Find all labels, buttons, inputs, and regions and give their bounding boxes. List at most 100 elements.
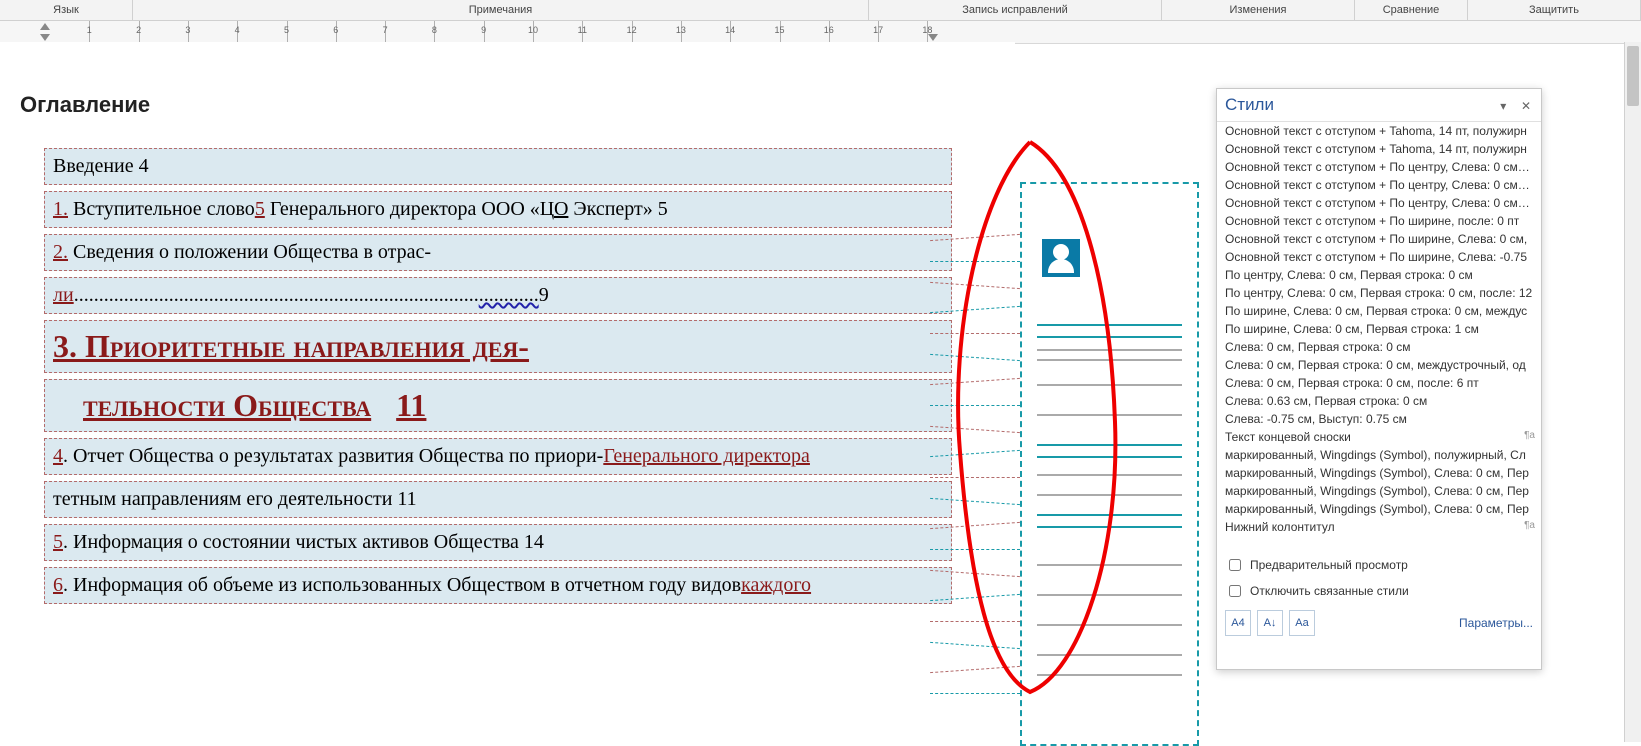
minipage-text xyxy=(1037,594,1182,596)
styles-options-link[interactable]: Параметры... xyxy=(1459,616,1533,630)
style-list-item[interactable]: По центру, Слева: 0 см, Первая строка: 0… xyxy=(1217,284,1541,302)
ruler-number: 5 xyxy=(284,25,289,35)
style-list-item[interactable]: Слева: 0 см, Первая строка: 0 см xyxy=(1217,338,1541,356)
ruler-number: 10 xyxy=(528,25,538,35)
minipage-text xyxy=(1037,359,1182,361)
ruler-indent-marker-top[interactable] xyxy=(40,23,50,30)
style-list-item[interactable]: Слева: 0.63 см, Первая строка: 0 см xyxy=(1217,392,1541,410)
ruler-right-margin-marker[interactable] xyxy=(928,34,938,41)
style-list-item[interactable]: Основной текст с отступом + По ширине, С… xyxy=(1217,248,1541,266)
ruler-number: 13 xyxy=(676,25,686,35)
styles-pane[interactable]: Стили ▾ ✕ Основной текст с отступом + Ta… xyxy=(1216,88,1542,670)
revision-pane-thumbnail[interactable] xyxy=(1020,182,1199,746)
pilcrow-icon: ¶a xyxy=(1524,430,1535,441)
toc-entry[interactable]: Введение 4 xyxy=(44,148,952,185)
document-workspace: Оглавление Введение 4 1. Вступительное сл… xyxy=(0,42,1641,742)
style-list-item[interactable]: Основной текст с отступом + Tahoma, 14 п… xyxy=(1217,140,1541,158)
ruler-number: 15 xyxy=(774,25,784,35)
style-list-item[interactable]: Основной текст с отступом + По центру, С… xyxy=(1217,158,1541,176)
style-list-item[interactable]: маркированный, Wingdings (Symbol), полуж… xyxy=(1217,446,1541,464)
style-list-item[interactable]: Основной текст с отступом + Tahoma, 14 п… xyxy=(1217,122,1541,140)
vertical-scrollbar[interactable] xyxy=(1624,42,1641,742)
style-list-item[interactable]: По ширине, Слева: 0 см, Первая строка: 0… xyxy=(1217,302,1541,320)
style-list-item[interactable]: Слева: 0 см, Первая строка: 0 см, после:… xyxy=(1217,374,1541,392)
linked-styles-checkbox-row[interactable]: Отключить связанные стили xyxy=(1217,578,1541,604)
minipage-text xyxy=(1037,474,1182,476)
ruler-number: 12 xyxy=(627,25,637,35)
style-inspector-button[interactable]: A↓ xyxy=(1257,610,1283,636)
toc-entry[interactable]: 2. Сведения о положении Общества в отрас… xyxy=(44,234,952,271)
toc-entry[interactable]: 3. Приоритетные направления дея- xyxy=(44,320,952,373)
minipage-text xyxy=(1037,624,1182,626)
ruler-number: 3 xyxy=(185,25,190,35)
style-list-item[interactable]: Основной текст с отступом + По центру, С… xyxy=(1217,176,1541,194)
ruler-number: 4 xyxy=(235,25,240,35)
style-list-item[interactable]: Основной текст с отступом + По ширине, С… xyxy=(1217,230,1541,248)
ruler-number: 6 xyxy=(333,25,338,35)
minipage-text xyxy=(1037,384,1182,386)
minipage-text xyxy=(1037,494,1182,496)
style-list-item[interactable]: маркированный, Wingdings (Symbol), Слева… xyxy=(1217,482,1541,500)
ruler-number: 11 xyxy=(578,25,587,35)
document-page[interactable]: Оглавление Введение 4 1. Вступительное сл… xyxy=(0,42,1015,742)
new-style-button[interactable]: A4 xyxy=(1225,610,1251,636)
minipage-line xyxy=(1037,324,1182,326)
ruler-number: 14 xyxy=(725,25,735,35)
style-list-item[interactable]: Слева: -0.75 см, Выступ: 0.75 см xyxy=(1217,410,1541,428)
style-list-item[interactable]: Основной текст с отступом + По центру, С… xyxy=(1217,194,1541,212)
scrollbar-thumb[interactable] xyxy=(1627,46,1639,106)
toc-entry[interactable]: тетным направлениям его деятельности 11 xyxy=(44,481,952,518)
tab-protect[interactable]: Защитить xyxy=(1468,0,1641,20)
ruler-number: 18 xyxy=(922,25,932,35)
ribbon-tabs: Язык Примечания Запись исправлений Измен… xyxy=(0,0,1641,21)
ruler-number: 1 xyxy=(87,25,92,35)
preview-checkbox[interactable] xyxy=(1229,559,1241,571)
style-list-item[interactable]: По центру, Слева: 0 см, Первая строка: 0… xyxy=(1217,266,1541,284)
minipage-text xyxy=(1037,564,1182,566)
ruler-number: 17 xyxy=(873,25,883,35)
ruler-number: 8 xyxy=(432,25,437,35)
reviewer-avatar-icon xyxy=(1042,239,1080,277)
minipage-text xyxy=(1037,654,1182,656)
tab-changes[interactable]: Изменения xyxy=(1162,0,1355,20)
ruler-indent-marker-bottom[interactable] xyxy=(40,34,50,41)
tab-compare[interactable]: Сравнение xyxy=(1355,0,1468,20)
minipage-text xyxy=(1037,674,1182,676)
tab-language[interactable]: Язык xyxy=(0,0,133,20)
styles-pane-footer: A4 A↓ Aa Параметры... xyxy=(1217,604,1541,642)
manage-styles-button[interactable]: Aa xyxy=(1289,610,1315,636)
styles-pane-header: Стили ▾ ✕ xyxy=(1217,89,1541,122)
preview-label: Предварительный просмотр xyxy=(1250,558,1408,572)
styles-pane-close-icon[interactable]: ✕ xyxy=(1519,99,1533,113)
styles-list[interactable]: Основной текст с отступом + Tahoma, 14 п… xyxy=(1217,122,1541,552)
style-list-item[interactable]: Основной текст с отступом + По ширине, п… xyxy=(1217,212,1541,230)
styles-pane-dropdown-icon[interactable]: ▾ xyxy=(1496,99,1510,113)
tab-comments[interactable]: Примечания xyxy=(133,0,869,20)
toc-entry[interactable]: 6. Информация об объеме из использованны… xyxy=(44,567,952,604)
toc-entry[interactable]: ли......................................… xyxy=(44,277,952,314)
minipage-line xyxy=(1037,514,1182,516)
linked-styles-checkbox[interactable] xyxy=(1229,585,1241,597)
toc-heading: Оглавление xyxy=(20,92,1015,118)
toc-entry[interactable]: 1. Вступительное слово5 Генерального дир… xyxy=(44,191,952,228)
toc-entry[interactable]: 4. Отчет Общества о результатах развития… xyxy=(44,438,952,475)
style-list-item[interactable]: маркированный, Wingdings (Symbol), Слева… xyxy=(1217,464,1541,482)
styles-pane-title: Стили xyxy=(1225,95,1274,115)
minipage-line xyxy=(1037,336,1182,338)
linked-styles-label: Отключить связанные стили xyxy=(1250,584,1409,598)
minipage-line xyxy=(1037,526,1182,528)
minipage-text xyxy=(1037,349,1182,351)
toc-entry[interactable]: тельности Общества 11 xyxy=(44,379,952,432)
preview-checkbox-row[interactable]: Предварительный просмотр xyxy=(1217,552,1541,578)
tab-trackchanges[interactable]: Запись исправлений xyxy=(869,0,1162,20)
style-list-item[interactable]: Слева: 0 см, Первая строка: 0 см, междус… xyxy=(1217,356,1541,374)
style-list-item[interactable]: маркированный, Wingdings (Symbol), Слева… xyxy=(1217,500,1541,518)
style-list-item[interactable]: Текст концевой сноски¶a xyxy=(1217,428,1541,446)
style-list-item[interactable]: По ширине, Слева: 0 см, Первая строка: 1… xyxy=(1217,320,1541,338)
ruler-number: 7 xyxy=(383,25,388,35)
toc-entry[interactable]: 5. Информация о состоянии чистых активов… xyxy=(44,524,952,561)
style-list-item[interactable]: Нижний колонтитул¶a xyxy=(1217,518,1541,536)
horizontal-ruler[interactable]: 123456789101112131415161718 xyxy=(0,21,1641,44)
ruler-number: 2 xyxy=(136,25,141,35)
ruler-number: 16 xyxy=(824,25,834,35)
